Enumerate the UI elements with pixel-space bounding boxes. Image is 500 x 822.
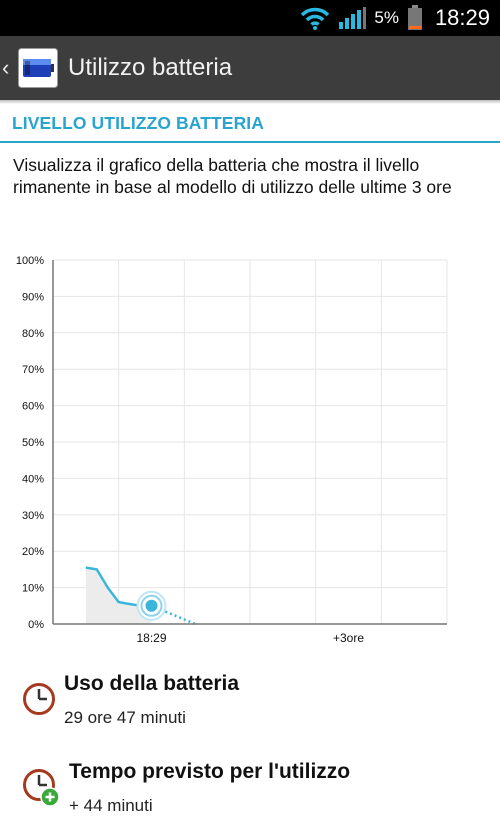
- chevron-left-icon: ‹: [2, 55, 10, 80]
- section-header: LIVELLO UTILIZZO BATTERIA: [12, 113, 265, 133]
- status-bar: 5% 18:29: [0, 0, 500, 36]
- x-tick-label: +3ore: [333, 631, 364, 645]
- y-tick-label: 10%: [22, 583, 44, 595]
- current-level-marker: [136, 590, 167, 621]
- y-tick-label: 60%: [22, 401, 44, 413]
- battery-icon: [407, 5, 422, 30]
- wifi-icon: [301, 7, 330, 30]
- status-clock: 18:29: [434, 5, 490, 30]
- clock-plus-icon: [23, 769, 60, 807]
- battery-usage-title: Uso della batteria: [64, 672, 240, 695]
- x-tick-label: 18:29: [136, 631, 166, 645]
- battery-app-icon: [18, 48, 58, 88]
- y-tick-label: 20%: [22, 546, 44, 558]
- marker-dot: [145, 599, 158, 612]
- y-tick-label: 40%: [22, 473, 44, 485]
- action-bar-shadow: [0, 100, 500, 104]
- section-description: Visualizza il grafico della batteria che…: [13, 155, 452, 197]
- y-tick-label: 50%: [22, 437, 44, 449]
- battery-chart: 100% 90% 80% 70% 60% 50% 40% 30% 20% 10% 0% 18:29 +…: [16, 255, 448, 645]
- y-tick-label: 90%: [22, 291, 44, 303]
- action-bar: ‹ Utilizzo batteria: [0, 36, 500, 100]
- x-axis-labels: 18:29 +3ore: [136, 631, 364, 645]
- battery-usage-value: 29 ore 47 minuti: [64, 708, 186, 727]
- page-title: Utilizzo batteria: [68, 54, 233, 81]
- clock-icon: [23, 683, 55, 715]
- battery-percent: 5%: [374, 8, 399, 27]
- up-navigation[interactable]: ‹: [0, 36, 58, 100]
- estimated-time-value: + 44 minuti: [69, 796, 153, 815]
- y-tick-label: 100%: [16, 255, 44, 267]
- section-divider: [0, 141, 500, 143]
- y-tick-label: 80%: [22, 328, 44, 340]
- y-tick-label: 70%: [22, 364, 44, 376]
- estimated-time-title: Tempo previsto per l'utilizzo: [69, 760, 351, 783]
- y-axis-labels: 100% 90% 80% 70% 60% 50% 40% 30% 20% 10% 0%: [16, 255, 44, 631]
- signal-icon: [339, 7, 367, 29]
- y-tick-label: 30%: [22, 510, 44, 522]
- y-tick-label: 0%: [28, 619, 44, 631]
- chart-grid: [53, 259, 448, 625]
